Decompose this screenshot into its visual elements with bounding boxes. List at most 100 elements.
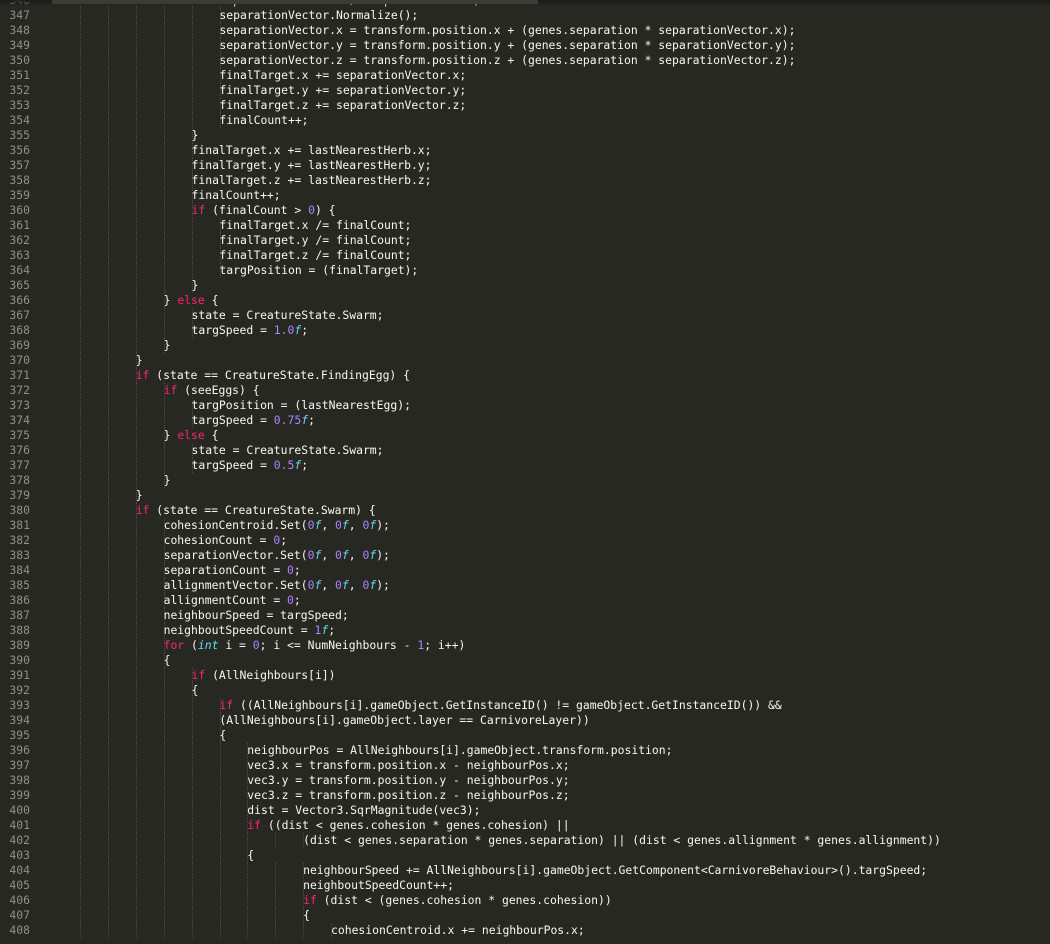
code-text[interactable]: finalTarget.y /= finalCount; [219,233,411,248]
code-text[interactable]: } [192,128,199,143]
code-text[interactable]: } else { [164,293,219,308]
editor-tab[interactable] [52,0,538,4]
code-line[interactable]: 359 finalCount++; [0,188,1050,203]
code-text[interactable]: cohesionCount = 0; [164,533,287,548]
code-text[interactable]: finalCount++; [192,188,281,203]
code-text[interactable]: separationVector.Normalize(); [219,8,418,23]
code-text[interactable]: } [136,353,143,368]
code-line[interactable]: 358 finalTarget.z += lastNearestHerb.z; [0,173,1050,188]
code-text[interactable]: targPosition = (lastNearestEgg); [192,398,411,413]
code-line[interactable]: 347 separationVector.Normalize(); [0,8,1050,23]
code-line[interactable]: 381 cohesionCentroid.Set(0f, 0f, 0f); [0,518,1050,533]
code-text[interactable]: state = CreatureState.Swarm; [192,308,384,323]
code-line[interactable]: 407 { [0,908,1050,923]
code-text[interactable]: finalCount++; [219,113,308,128]
code-line[interactable]: 349 separationVector.y = transform.positi… [0,38,1050,53]
code-text[interactable]: neighbourPos = AllNeighbours[i].gameObje… [247,743,672,758]
code-text[interactable]: neighboutSpeedCount = 1f; [164,623,335,638]
code-line[interactable]: 368 targSpeed = 1.0f; [0,323,1050,338]
code-line[interactable]: 386 allignmentCount = 0; [0,593,1050,608]
code-text[interactable]: finalTarget.z /= finalCount; [219,248,411,263]
code-line[interactable]: 398 vec3.y = transform.position.y - neigh… [0,773,1050,788]
code-line[interactable]: 357 finalTarget.y += lastNearestHerb.y; [0,158,1050,173]
code-line[interactable]: 388 neighboutSpeedCount = 1f; [0,623,1050,638]
code-line[interactable]: 365} [0,278,1050,293]
code-text[interactable]: neighbourSpeed += AllNeighbours[i].gameO… [303,863,927,878]
code-text[interactable]: neighbourSpeed = targSpeed; [164,608,349,623]
code-text[interactable]: } [192,278,199,293]
code-text[interactable]: if ((dist < genes.cohesion * genes.cohes… [247,818,569,833]
code-text[interactable]: finalTarget.z += lastNearestHerb.z; [192,173,432,188]
code-text[interactable]: { [164,653,171,668]
code-line[interactable]: 406 if (dist < (genes.cohesion * genes.co… [0,893,1050,908]
code-text[interactable]: neighboutSpeedCount++; [303,878,454,893]
code-line[interactable]: 356 finalTarget.x += lastNearestHerb.x; [0,143,1050,158]
code-line[interactable]: 375} else { [0,428,1050,443]
code-text[interactable]: targSpeed = 0.75f; [192,413,315,428]
code-text[interactable]: if (finalCount > 0) { [192,203,336,218]
code-line[interactable]: 366} else { [0,293,1050,308]
code-line[interactable]: 390 { [0,653,1050,668]
code-line[interactable]: 353 finalTarget.z += separationVector.z; [0,98,1050,113]
code-line[interactable]: 405 neighboutSpeedCount++; [0,878,1050,893]
code-text[interactable]: targSpeed = 1.0f; [192,323,309,338]
code-line[interactable]: 374 targSpeed = 0.75f; [0,413,1050,428]
code-text[interactable]: finalTarget.x /= finalCount; [219,218,411,233]
code-line[interactable]: 401 if ((dist < genes.cohesion * genes.co… [0,818,1050,833]
code-line[interactable]: 397 vec3.x = transform.position.x - neigh… [0,758,1050,773]
code-text[interactable]: { [192,683,199,698]
code-line[interactable]: 361 finalTarget.x /= finalCount; [0,218,1050,233]
code-text[interactable]: (dist < genes.separation * genes.separat… [303,833,941,848]
code-text[interactable]: allignmentVector.Set(0f, 0f, 0f); [164,578,390,593]
code-text[interactable]: } [164,338,171,353]
code-text[interactable]: { [303,908,310,923]
code-line[interactable]: 392 { [0,683,1050,698]
code-text[interactable]: if ((AllNeighbours[i].gameObject.GetInst… [219,698,781,713]
code-text[interactable]: separationVector.y = transform.position.… [219,38,795,53]
code-text[interactable]: if (dist < (genes.cohesion * genes.cohes… [303,893,612,908]
code-text[interactable]: finalTarget.y += lastNearestHerb.y; [192,158,432,173]
code-editor[interactable]: 346separationVector.z /= separationCount… [0,0,1050,944]
code-text[interactable]: (AllNeighbours[i].gameObject.layer == Ca… [219,713,589,728]
code-line[interactable]: 393 if ((AllNeighbours[i].gameObject.GetI… [0,698,1050,713]
code-line[interactable]: 403 { [0,848,1050,863]
code-line[interactable]: 396 neighbourPos = AllNeighbours[i].gameO… [0,743,1050,758]
code-text[interactable]: } [136,488,143,503]
code-text[interactable]: if (state == CreatureState.FindingEgg) { [136,368,410,383]
code-text[interactable]: { [219,728,226,743]
code-text[interactable]: separationCount = 0; [164,563,301,578]
code-text[interactable]: targSpeed = 0.5f; [192,458,309,473]
code-text[interactable]: separationVector.z = transform.position.… [219,53,795,68]
code-line[interactable]: 369} [0,338,1050,353]
code-line[interactable]: 348 separationVector.x = transform.positi… [0,23,1050,38]
code-line[interactable]: 383 separationVector.Set(0f, 0f, 0f); [0,548,1050,563]
code-text[interactable]: for (int i = 0; i <= NumNeighbours - 1; … [164,638,466,653]
code-line[interactable]: 360 if (finalCount > 0) { [0,203,1050,218]
code-text[interactable]: allignmentCount = 0; [164,593,301,608]
code-line[interactable]: 402 (dist < genes.separation * genes.sepa… [0,833,1050,848]
code-line[interactable]: 382 cohesionCount = 0; [0,533,1050,548]
code-line[interactable]: 372 if (seeEggs) { [0,383,1050,398]
code-line[interactable]: 354 finalCount++; [0,113,1050,128]
code-line[interactable]: 352 finalTarget.y += separationVector.y; [0,83,1050,98]
code-text[interactable]: vec3.x = transform.position.x - neighbou… [247,758,569,773]
code-text[interactable]: finalTarget.x += lastNearestHerb.x; [192,143,432,158]
code-line[interactable]: 371 if (state == CreatureState.FindingEgg… [0,368,1050,383]
code-text[interactable]: targPosition = (finalTarget); [219,263,418,278]
code-text[interactable]: finalTarget.x += separationVector.x; [219,68,466,83]
code-text[interactable]: { [247,848,254,863]
code-line[interactable]: 364 targPosition = (finalTarget); [0,263,1050,278]
code-line[interactable]: 373 targPosition = (lastNearestEgg); [0,398,1050,413]
code-text[interactable]: finalTarget.y += separationVector.y; [219,83,466,98]
code-line[interactable]: 387 neighbourSpeed = targSpeed; [0,608,1050,623]
code-text[interactable]: cohesionCentroid.Set(0f, 0f, 0f); [164,518,390,533]
code-text[interactable]: finalTarget.z += separationVector.z; [219,98,466,113]
code-line[interactable]: 367 state = CreatureState.Swarm; [0,308,1050,323]
code-text[interactable]: separationVector.x = transform.position.… [219,23,795,38]
code-text[interactable]: separationVector.Set(0f, 0f, 0f); [164,548,390,563]
code-text[interactable]: if (seeEggs) { [164,383,260,398]
code-line[interactable]: 404 neighbourSpeed += AllNeighbours[i].ga… [0,863,1050,878]
code-line[interactable]: 399 vec3.z = transform.position.z - neigh… [0,788,1050,803]
code-text[interactable]: dist = Vector3.SqrMagnitude(vec3); [247,803,480,818]
code-text[interactable]: } else { [164,428,219,443]
